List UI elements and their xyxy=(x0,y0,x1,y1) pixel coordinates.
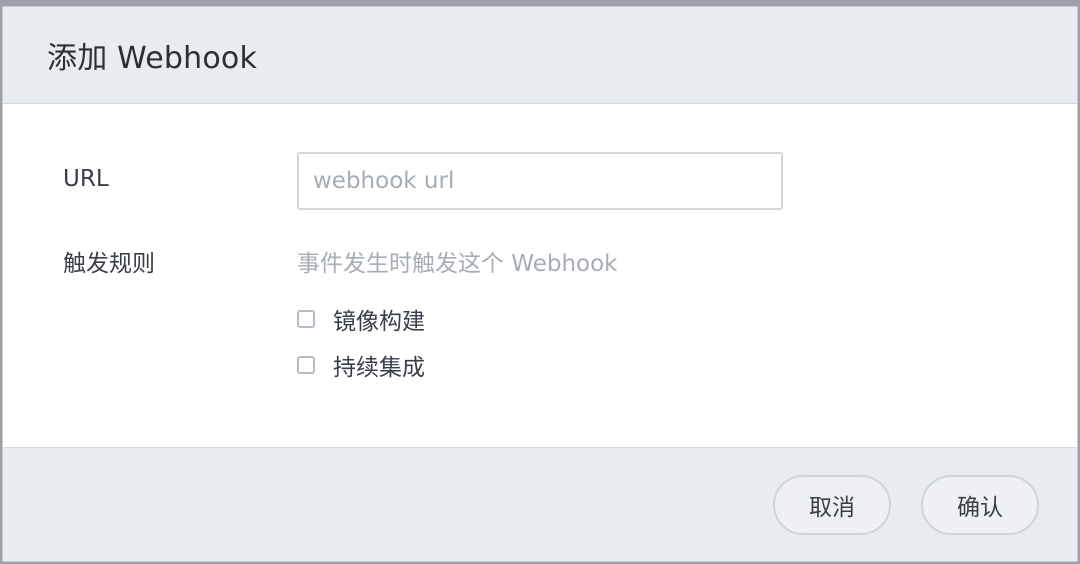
option-continuous-integration[interactable]: 持续集成 xyxy=(297,348,425,382)
option-image-build[interactable]: 镜像构建 xyxy=(297,302,425,336)
confirm-button[interactable]: 确认 xyxy=(921,475,1039,535)
cancel-button[interactable]: 取消 xyxy=(773,475,891,535)
trigger-rule-label: 触发规则 xyxy=(63,251,155,277)
add-webhook-dialog: 添加 Webhook URL 触发规则 事件发生时触发这个 Webhook 镜像… xyxy=(2,6,1078,562)
continuous-integration-checkbox[interactable] xyxy=(297,356,315,374)
trigger-rule-description: 事件发生时触发这个 Webhook xyxy=(297,251,618,277)
dialog-title: 添加 Webhook xyxy=(47,41,258,76)
dialog-header: 添加 Webhook xyxy=(3,7,1077,104)
image-build-label: 镜像构建 xyxy=(333,309,425,335)
dialog-body: URL 触发规则 事件发生时触发这个 Webhook 镜像构建 持续集成 xyxy=(3,104,1077,449)
continuous-integration-label: 持续集成 xyxy=(333,355,425,381)
url-label: URL xyxy=(63,166,109,192)
dialog-footer: 取消 确认 xyxy=(3,447,1077,561)
url-input[interactable] xyxy=(297,152,783,210)
image-build-checkbox[interactable] xyxy=(297,310,315,328)
